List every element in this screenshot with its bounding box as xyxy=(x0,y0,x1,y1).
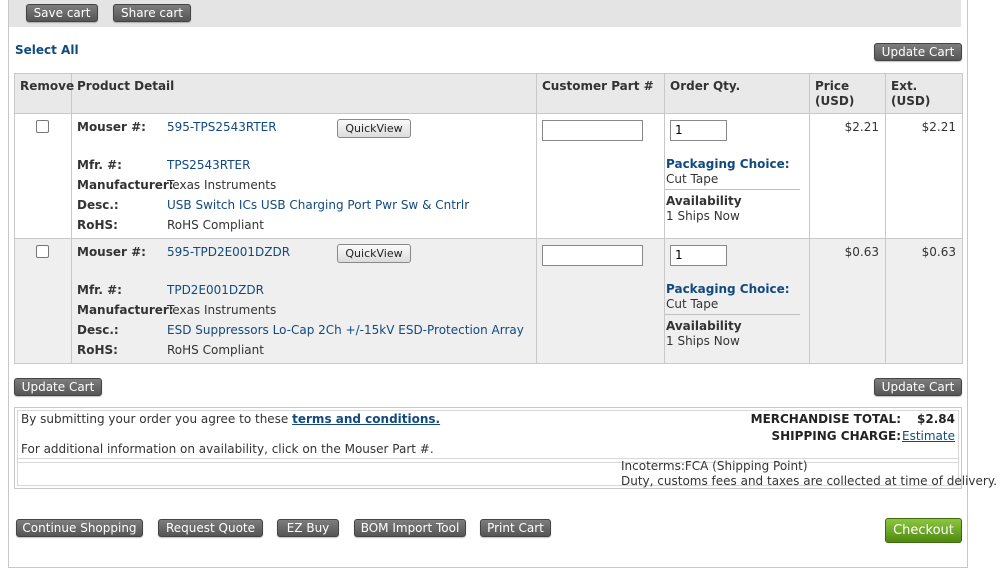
product-detail-cell: Mouser #: 595-TPS2543RTER QuickView Mfr.… xyxy=(71,113,537,239)
merchandise-total-label: MERCHANDISE TOTAL: xyxy=(750,412,901,426)
header-price: Price (USD) xyxy=(809,73,886,114)
save-cart-button[interactable]: Save cart xyxy=(26,4,98,22)
availability-label: Availability xyxy=(666,319,742,333)
merchandise-total-value: $2.84 xyxy=(917,412,955,426)
header-ext-line1: Ext. xyxy=(891,79,918,93)
cart-table: Remove Product Detail Customer Part # Or… xyxy=(14,73,963,364)
desc-label: Desc.: xyxy=(77,323,119,337)
mfr-part-link[interactable]: TPS2543RTER xyxy=(167,158,250,172)
availability-value: 1 Ships Now xyxy=(666,334,740,348)
header-price-line1: Price xyxy=(815,79,850,93)
rohs-value: RoHS Compliant xyxy=(167,218,264,232)
bom-import-tool-button[interactable]: BOM Import Tool xyxy=(354,519,466,537)
manufacturer-value: Texas Instruments xyxy=(167,303,277,317)
mfr-label: Mfr. #: xyxy=(77,158,122,172)
price-cell: $0.63 xyxy=(809,238,886,364)
divider xyxy=(665,314,800,315)
rohs-label: RoHS: xyxy=(77,343,118,357)
rohs-value: RoHS Compliant xyxy=(167,343,264,357)
customer-part-cell xyxy=(536,113,665,239)
table-row: Mouser #: 595-TPS2543RTER QuickView Mfr.… xyxy=(14,113,963,239)
terms-prefix: By submitting your order you agree to th… xyxy=(21,412,289,426)
manufacturer-label: Manufacturer: xyxy=(77,303,174,317)
header-price-line2: (USD) xyxy=(815,94,855,108)
packaging-choice-link[interactable]: Packaging Choice: xyxy=(666,157,790,171)
header-ext-line2: (USD) xyxy=(891,94,931,108)
order-summary-box: By submitting your order you agree to th… xyxy=(14,407,997,489)
order-qty-cell: 1 Packaging Choice: Cut Tape Availabilit… xyxy=(664,113,810,239)
packaging-value: Cut Tape xyxy=(666,172,719,186)
availability-label: Availability xyxy=(666,194,742,208)
mouser-part-link[interactable]: 595-TPD2E001DZDR xyxy=(167,245,290,259)
mouser-label: Mouser #: xyxy=(77,245,146,259)
remove-cell xyxy=(14,238,72,364)
mouser-part-link[interactable]: 595-TPS2543RTER xyxy=(167,120,277,134)
mouser-label: Mouser #: xyxy=(77,120,146,134)
terms-text: By submitting your order you agree to th… xyxy=(21,412,440,426)
terms-link[interactable]: terms and conditions. xyxy=(292,412,440,426)
request-quote-button[interactable]: Request Quote xyxy=(158,519,263,537)
rohs-label: RoHS: xyxy=(77,218,118,232)
update-cart-button-bottom-right[interactable]: Update Cart xyxy=(874,378,962,396)
ext-cell: $2.21 xyxy=(885,113,963,239)
shipping-charge-label: SHIPPING CHARGE: xyxy=(771,429,902,443)
page-frame-left xyxy=(8,0,9,568)
quickview-button[interactable]: QuickView xyxy=(337,119,411,138)
table-row: Mouser #: 595-TPD2E001DZDR QuickView Mfr… xyxy=(14,238,963,364)
page-frame-bottom xyxy=(8,567,968,568)
price-cell: $2.21 xyxy=(809,113,886,239)
remove-checkbox[interactable] xyxy=(36,120,49,133)
share-cart-button[interactable]: Share cart xyxy=(113,4,191,22)
quickview-button[interactable]: QuickView xyxy=(337,244,411,263)
manufacturer-value: Texas Instruments xyxy=(167,178,277,192)
desc-link[interactable]: ESD Suppressors Lo-Cap 2Ch +/-15kV ESD-P… xyxy=(167,323,524,337)
packaging-choice-link[interactable]: Packaging Choice: xyxy=(666,282,790,296)
mfr-part-link[interactable]: TPD2E001DZDR xyxy=(167,283,264,297)
customer-part-input[interactable] xyxy=(542,245,643,266)
incoterms-text: Incoterms:FCA (Shipping Point) xyxy=(621,459,808,473)
order-qty-cell: 1 Packaging Choice: Cut Tape Availabilit… xyxy=(664,238,810,364)
customer-part-input[interactable] xyxy=(542,120,643,141)
select-all-link[interactable]: Select All xyxy=(15,43,79,57)
print-cart-button[interactable]: Print Cart xyxy=(480,519,551,537)
update-cart-button-top[interactable]: Update Cart xyxy=(874,43,962,61)
duty-text: Duty, customs fees and taxes are collect… xyxy=(621,474,998,488)
checkout-button[interactable]: Checkout xyxy=(885,518,962,543)
remove-checkbox[interactable] xyxy=(36,245,49,258)
desc-label: Desc.: xyxy=(77,198,119,212)
ez-buy-button[interactable]: EZ Buy xyxy=(277,519,339,537)
ext-cell: $0.63 xyxy=(885,238,963,364)
header-remove: Remove xyxy=(14,73,74,114)
customer-part-cell xyxy=(536,238,665,364)
table-header-row: Remove Product Detail Customer Part # Or… xyxy=(14,73,963,114)
top-toolbar: Save cart Share cart xyxy=(9,0,961,27)
product-detail-cell: Mouser #: 595-TPD2E001DZDR QuickView Mfr… xyxy=(71,238,537,364)
header-order-qty: Order Qty. xyxy=(664,73,810,114)
packaging-value: Cut Tape xyxy=(666,297,719,311)
shipping-estimate-link[interactable]: Estimate xyxy=(902,429,955,443)
header-ext: Ext. (USD) xyxy=(885,73,963,114)
continue-shopping-button[interactable]: Continue Shopping xyxy=(16,519,143,537)
quantity-input[interactable]: 1 xyxy=(670,245,727,266)
divider xyxy=(665,189,800,190)
availability-value: 1 Ships Now xyxy=(666,209,740,223)
remove-cell xyxy=(14,113,72,239)
header-product-detail: Product Detail xyxy=(71,73,537,114)
quantity-input[interactable]: 1 xyxy=(670,120,727,141)
mfr-label: Mfr. #: xyxy=(77,283,122,297)
header-customer-part: Customer Part # xyxy=(536,73,665,114)
desc-link[interactable]: USB Switch ICs USB Charging Port Pwr Sw … xyxy=(167,198,469,212)
update-cart-button-bottom-left[interactable]: Update Cart xyxy=(14,378,102,396)
manufacturer-label: Manufacturer: xyxy=(77,178,174,192)
availability-info-text: For additional information on availabili… xyxy=(21,442,434,456)
